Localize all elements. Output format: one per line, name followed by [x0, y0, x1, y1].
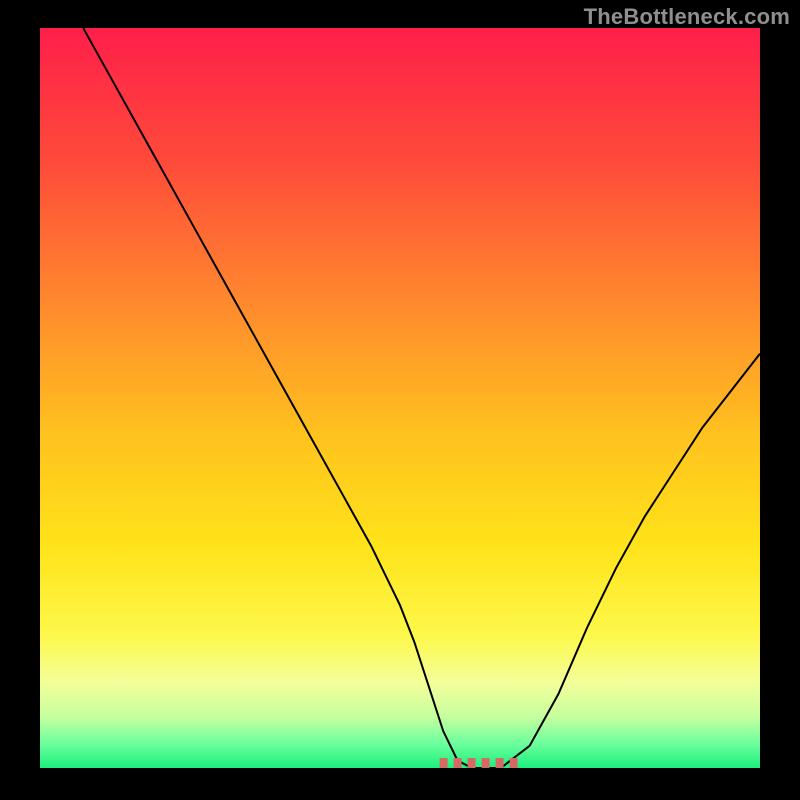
chart-frame: TheBottleneck.com [0, 0, 800, 800]
gradient-background [40, 28, 760, 768]
watermark-text: TheBottleneck.com [584, 4, 790, 30]
chart-svg [40, 28, 760, 768]
plot-area [40, 28, 760, 768]
